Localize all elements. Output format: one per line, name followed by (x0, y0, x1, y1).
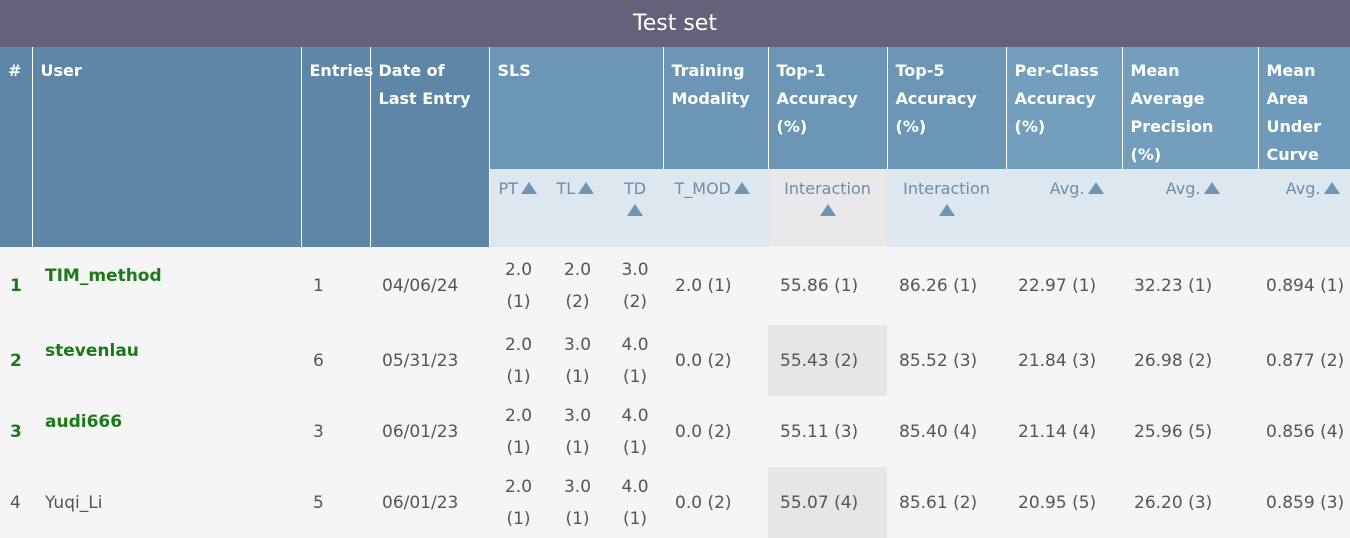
pt-cell: 2.0 (1) (504, 405, 533, 458)
top1-cell: 55.43 (2) (768, 325, 887, 396)
table-row: 2 stevenlau 6 05/31/23 2.0 (1) 3.0 (1) 4.0… (0, 325, 1350, 396)
per-class-cell: 21.14 (4) (1018, 421, 1097, 442)
auc-cell: 0.859 (3) (1266, 492, 1345, 513)
date-cell: 04/06/24 (382, 276, 459, 296)
header-user: User (32, 47, 302, 247)
header-map: Mean Average Precision (%) (1122, 47, 1259, 169)
top1-cell: 55.11 (3) (780, 421, 859, 442)
rank-cell: 1 (10, 276, 22, 296)
tmod-cell: 0.0 (2) (675, 350, 732, 371)
auc-cell: 0.894 (1) (1266, 276, 1345, 296)
map-cell: 25.96 (5) (1134, 421, 1213, 442)
sort-map[interactable]: Avg. (1122, 169, 1259, 247)
tl-cell: 3.0 (1) (563, 334, 592, 387)
tl-cell: 3.0 (1) (563, 476, 592, 529)
sort-up-icon (1087, 182, 1104, 194)
auc-cell: 0.877 (2) (1266, 350, 1345, 371)
sort-top5[interactable]: Interaction (887, 169, 1007, 247)
tmod-cell: 0.0 (2) (675, 492, 732, 513)
entries-cell: 3 (313, 421, 324, 442)
map-cell: 26.98 (2) (1134, 350, 1213, 371)
sort-up-icon (1203, 182, 1220, 194)
tmod-cell: 2.0 (1) (675, 276, 732, 296)
sort-pt[interactable]: PT (489, 169, 549, 247)
td-cell: 4.0 (1) (621, 405, 649, 458)
leaderboard-table: # User Entries Date of Last Entry SLS Tr… (0, 47, 1350, 538)
sort-up-icon (578, 182, 595, 194)
tl-cell: 2.0 (2) (563, 260, 592, 312)
header-per-class: Per-Class Accuracy (%) (1006, 47, 1123, 169)
top5-cell: 85.40 (4) (899, 421, 978, 442)
table-row: 4 Yuqi_Li 5 06/01/23 2.0 (1) 3.0 (1) 4.0 (1… (0, 467, 1350, 538)
date-cell: 05/31/23 (382, 350, 459, 371)
header-date: Date of Last Entry (370, 47, 490, 247)
pt-cell: 2.0 (1) (504, 476, 533, 529)
sort-up-icon (520, 182, 537, 194)
rank-cell: 4 (10, 492, 21, 513)
rank-cell: 3 (10, 421, 22, 442)
td-cell: 4.0 (1) (621, 476, 649, 529)
sort-tmod[interactable]: T_MOD (663, 169, 769, 247)
date-cell: 06/01/23 (382, 492, 459, 513)
header-rank: # (0, 47, 33, 247)
entries-cell: 6 (313, 350, 324, 371)
td-cell: 3.0 (2) (621, 260, 649, 312)
user-name-cell: Yuqi_Li (45, 492, 103, 513)
map-cell: 26.20 (3) (1134, 492, 1213, 513)
pt-cell: 2.0 (1) (504, 260, 533, 312)
sort-per-class[interactable]: Avg. (1006, 169, 1123, 247)
sort-up-icon (938, 204, 955, 216)
header-training-modality: Training Modality (663, 47, 769, 169)
top5-cell: 85.61 (2) (899, 492, 978, 513)
top1-cell: 55.86 (1) (780, 276, 859, 296)
sort-up-icon (819, 204, 836, 216)
td-cell: 4.0 (1) (621, 334, 649, 387)
header-top5: Top-5 Accuracy (%) (887, 47, 1007, 169)
user-link[interactable]: stevenlau (32, 325, 301, 396)
sort-td[interactable]: TD (607, 169, 664, 247)
top1-cell: 55.07 (4) (768, 467, 887, 538)
table-row: 1 TIM_method 1 04/06/24 2.0 (1) 2.0 (2) 3.… (0, 247, 1350, 325)
rank-cell: 2 (10, 350, 22, 371)
header-sls: SLS (489, 47, 664, 169)
tl-cell: 3.0 (1) (563, 405, 592, 458)
header-auc: Mean Area Under Curve (1258, 47, 1350, 169)
per-class-cell: 20.95 (5) (1018, 492, 1097, 513)
sort-top1[interactable]: Interaction (768, 169, 888, 247)
per-class-cell: 22.97 (1) (1018, 276, 1097, 296)
top5-cell: 85.52 (3) (899, 350, 978, 371)
sort-up-icon (627, 204, 643, 216)
entries-cell: 5 (313, 492, 324, 513)
tmod-cell: 0.0 (2) (675, 421, 732, 442)
user-link[interactable]: audi666 (32, 396, 301, 467)
sort-tl[interactable]: TL (548, 169, 608, 247)
entries-cell: 1 (313, 276, 324, 296)
sort-up-icon (1323, 182, 1340, 194)
map-cell: 32.23 (1) (1134, 276, 1213, 296)
per-class-cell: 21.84 (3) (1018, 350, 1097, 371)
user-link[interactable]: TIM_method (32, 247, 301, 325)
header-top1: Top-1 Accuracy (%) (768, 47, 888, 169)
pt-cell: 2.0 (1) (504, 334, 533, 387)
table-title: Test set (0, 0, 1350, 47)
sort-auc[interactable]: Avg. (1258, 169, 1350, 247)
top5-cell: 86.26 (1) (899, 276, 978, 296)
date-cell: 06/01/23 (382, 421, 459, 442)
header-entries: Entries (301, 47, 373, 247)
sort-up-icon (734, 182, 750, 194)
table-row: 3 audi666 3 06/01/23 2.0 (1) 3.0 (1) 4.0 (1… (0, 396, 1350, 467)
auc-cell: 0.856 (4) (1266, 421, 1345, 442)
